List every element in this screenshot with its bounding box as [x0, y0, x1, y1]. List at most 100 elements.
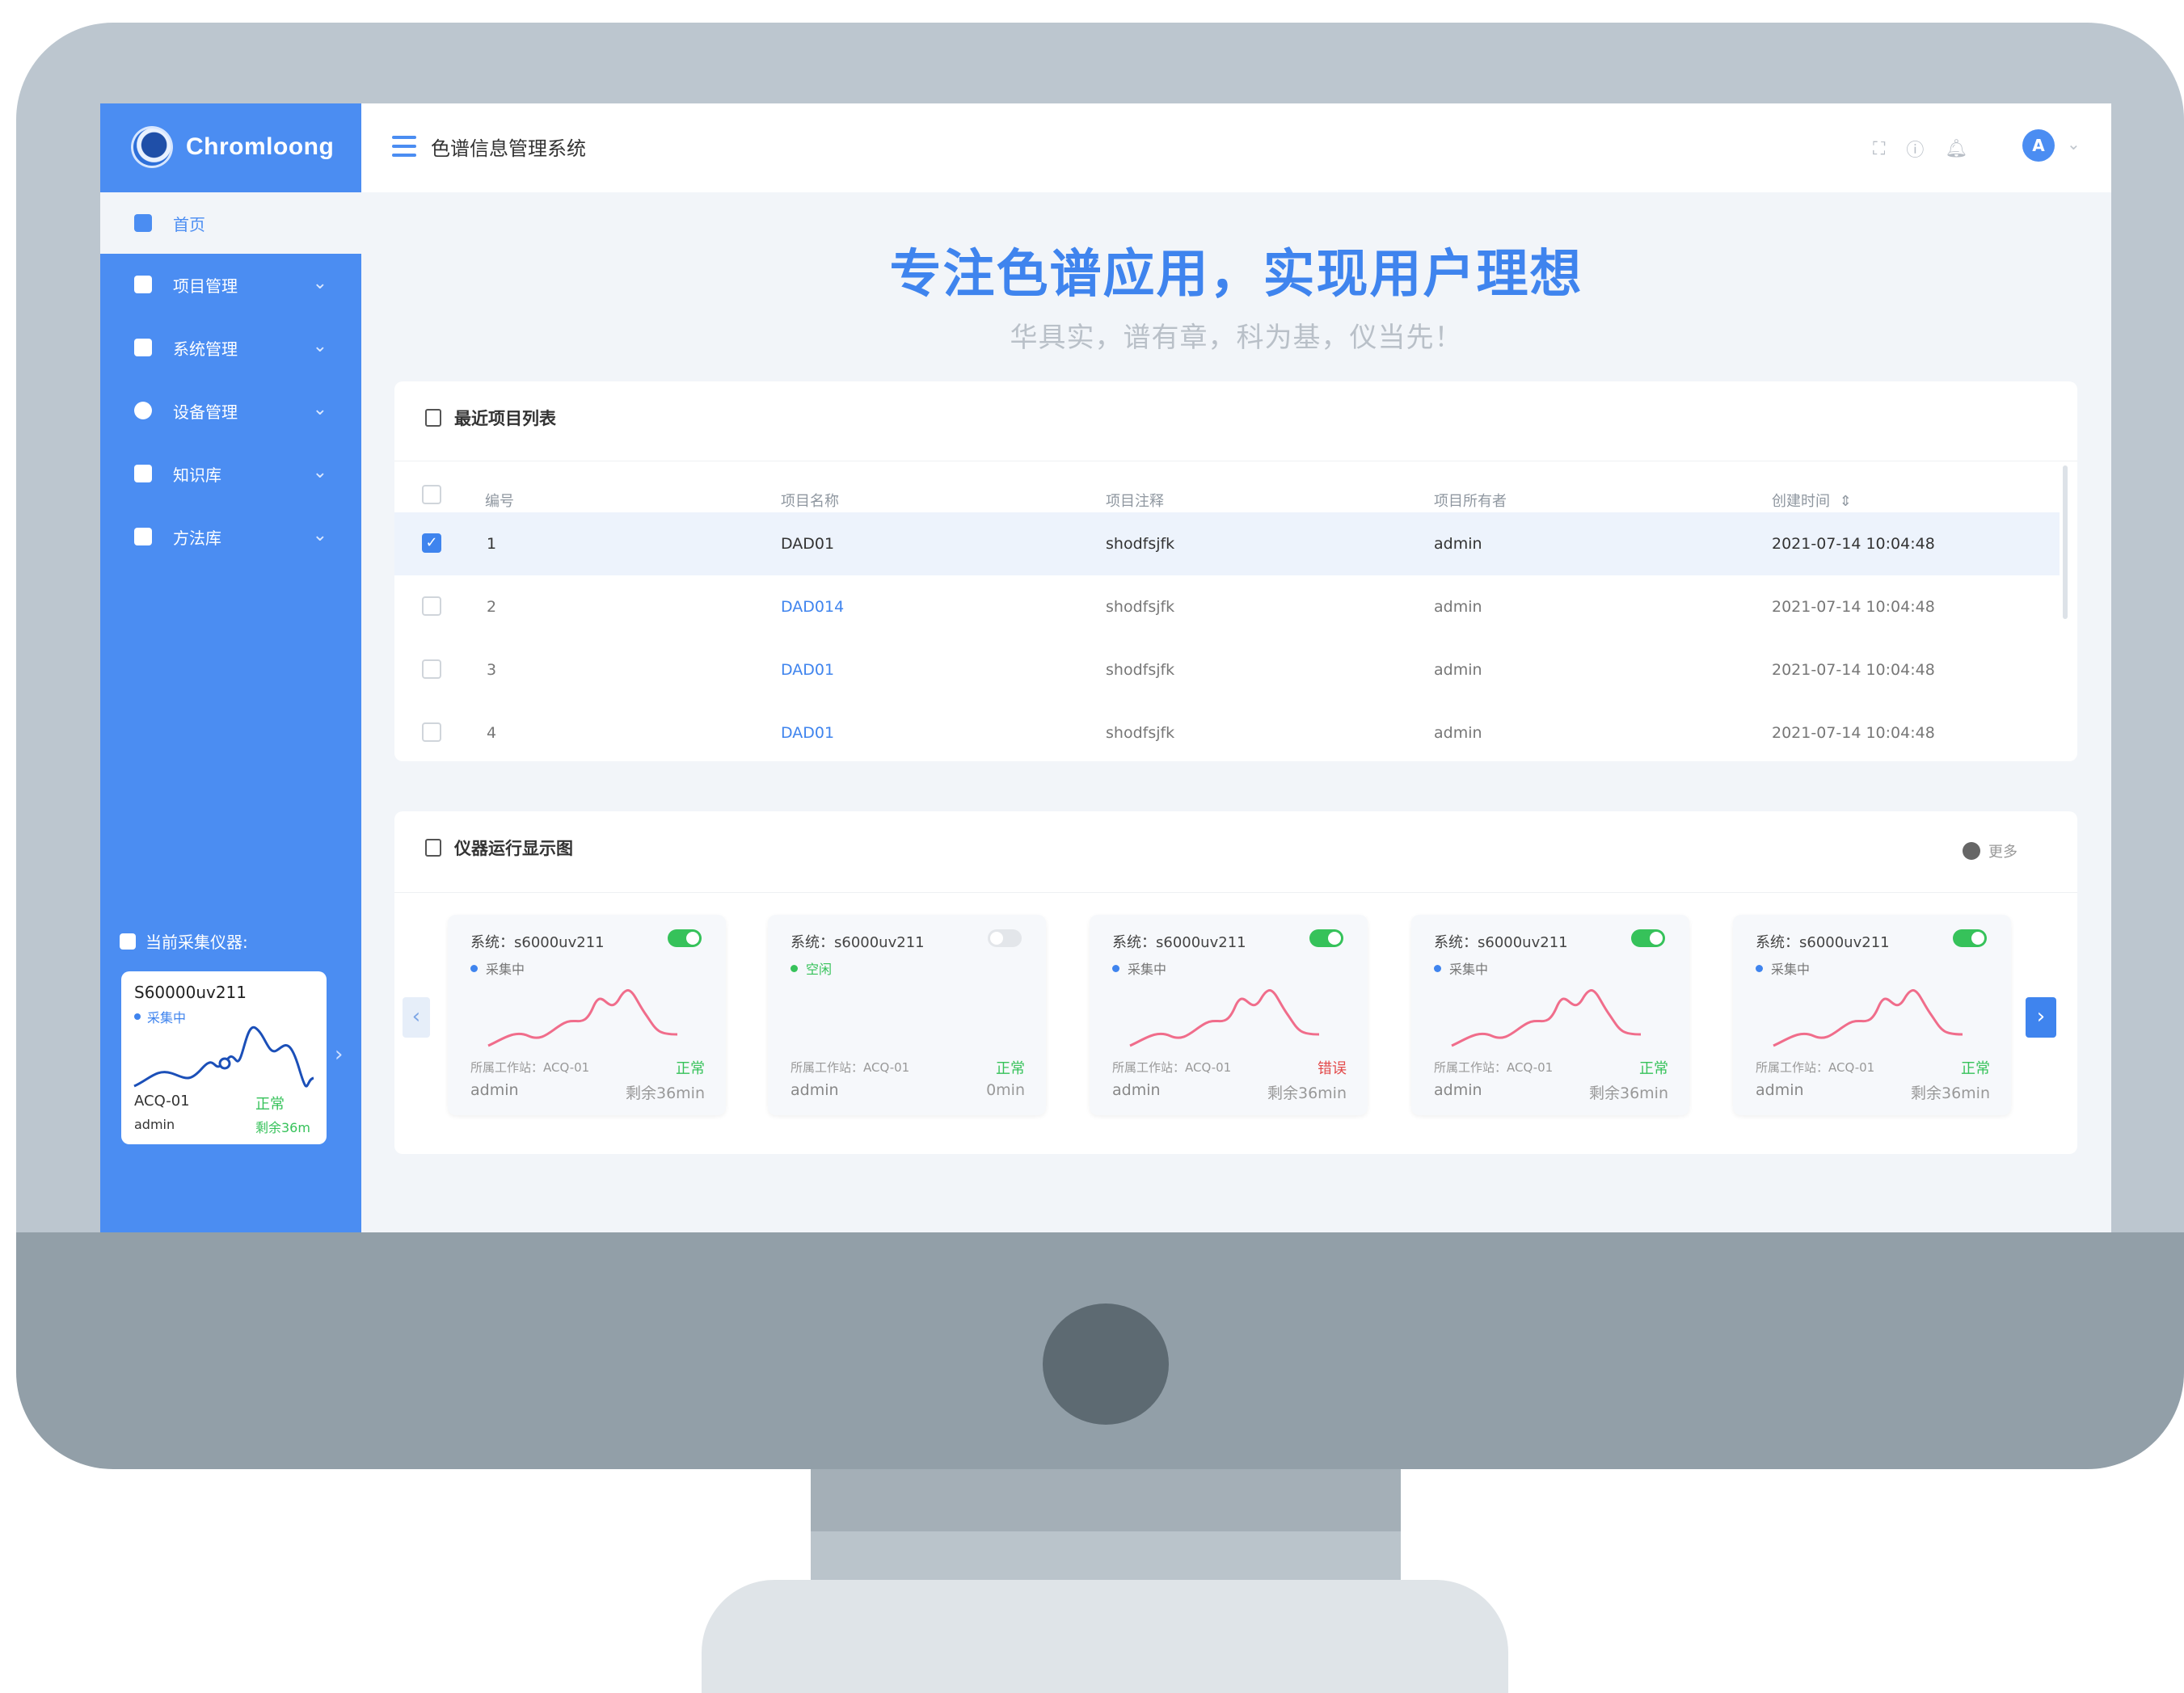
row-created: 2021-07-14 10:04:48 [1772, 535, 1935, 553]
recent-projects-title: 最近项目列表 [454, 409, 556, 428]
instrument-panel-title: 仪器运行显示图 [454, 839, 573, 858]
sort-icon[interactable]: ⇕ [1840, 493, 1852, 510]
instrument-chromatogram [1773, 989, 1963, 1047]
knowledge-icon [134, 465, 152, 482]
row-owner: admin [1434, 598, 1482, 616]
row-note: shodfsjfk [1106, 598, 1175, 616]
instrument-chromatogram [487, 989, 678, 1047]
chevron-right-icon[interactable]: › [335, 1042, 343, 1067]
current-instrument-state: 正常 [255, 1096, 285, 1113]
row-checkbox[interactable]: ✓ [422, 533, 441, 553]
current-instrument-card[interactable]: S60000uv211 采集中 ACQ-01 正常 admin 剩余36m [121, 971, 327, 1144]
chevron-down-icon: ⌄ [312, 273, 327, 293]
table-row[interactable]: 2 DAD014 shodfsjfk admin 2021-07-14 10:0… [394, 575, 2060, 638]
status-dot-icon [1756, 964, 1763, 972]
current-instrument-chromatogram [133, 1025, 314, 1088]
monitor-neck [811, 1469, 1401, 1534]
brand[interactable]: Chromloong [131, 123, 334, 171]
instrument-toggle[interactable] [1631, 929, 1665, 947]
chevron-down-icon: ⌄ [312, 336, 327, 356]
instrument-user: admin [470, 1081, 519, 1099]
avatar[interactable]: A [2022, 129, 2055, 162]
sidebar-item-label: 项目管理 [173, 276, 238, 296]
menu-icon[interactable] [392, 136, 416, 157]
row-created: 2021-07-14 10:04:48 [1772, 598, 1935, 616]
instrument-panel-header: 仪器运行显示图 [425, 836, 573, 860]
instrument-state: 正常 [996, 1060, 1025, 1077]
sidebar-item-label: 知识库 [173, 465, 221, 485]
current-instrument-remaining: 剩余36m [255, 1120, 310, 1135]
table-scrollbar[interactable] [2063, 465, 2068, 619]
more-label: 更多 [1988, 844, 2017, 861]
instrument-toggle[interactable] [668, 929, 702, 947]
recent-projects-header: 最近项目列表 [425, 406, 556, 430]
row-no: 2 [487, 598, 497, 616]
status-dot-icon [470, 964, 478, 972]
bell-icon[interactable]: 🔔︎ [1945, 139, 1967, 159]
instrument-workstation: 所属工作站：ACQ-01 [1756, 1060, 1875, 1075]
instrument-card[interactable]: 系统：s6000uv211 空闲 所属工作站：ACQ-01 正常 admin 0… [768, 915, 1046, 1115]
instrument-toggle[interactable] [988, 929, 1022, 947]
current-instrument-workstation: ACQ-01 [134, 1093, 190, 1110]
column-header-created[interactable]: 创建时间 ⇕ [1772, 490, 1852, 511]
instrument-state: 正常 [676, 1060, 705, 1077]
more-link[interactable]: 更多 [1963, 840, 2017, 861]
instrument-user: admin [791, 1081, 839, 1099]
row-project-link[interactable]: DAD01 [781, 535, 834, 553]
row-checkbox[interactable] [422, 722, 441, 742]
sidebar-item-system[interactable]: 系统管理 ⌄ [100, 317, 361, 378]
sidebar-item-projects[interactable]: 项目管理 ⌄ [100, 254, 361, 315]
help-icon[interactable]: ⓘ [1906, 136, 1924, 162]
instrument-system: 系统：s6000uv211 [1112, 934, 1246, 951]
instrument-card[interactable]: 系统：s6000uv211 采集中 所属工作站：ACQ-01 正常 admin … [448, 915, 726, 1115]
instrument-state: 错误 [1318, 1060, 1347, 1077]
instrument-user: admin [1434, 1081, 1482, 1099]
chevron-down-icon: ⌄ [312, 399, 327, 419]
instrument-remaining: 剩余36min [1910, 1084, 1990, 1102]
row-project-link[interactable]: DAD01 [781, 724, 834, 742]
sidebar-item-home[interactable]: 首页 [100, 192, 361, 254]
instrument-remaining: 剩余36min [1588, 1084, 1668, 1102]
column-header-created-label: 创建时间 [1772, 493, 1830, 510]
carousel-prev-button[interactable]: ‹ [403, 997, 430, 1038]
column-header-owner: 项目所有者 [1434, 493, 1507, 510]
select-all-checkbox[interactable] [422, 485, 441, 504]
instrument-state: 正常 [1961, 1060, 1990, 1077]
chevron-down-icon[interactable]: ⌄ [2067, 134, 2081, 154]
status-dot-icon [1434, 964, 1441, 972]
fullscreen-icon[interactable]: ⛶ [1873, 139, 1885, 159]
sidebar-item-devices[interactable]: 设备管理 ⌄ [100, 380, 361, 441]
table-row[interactable]: 4 DAD01 shodfsjfk admin 2021-07-14 10:04… [394, 701, 2060, 764]
row-note: shodfsjfk [1106, 535, 1175, 553]
instrument-system: 系统：s6000uv211 [1756, 934, 1890, 951]
instrument-toggle[interactable] [1309, 929, 1343, 947]
row-project-link[interactable]: DAD014 [781, 598, 844, 616]
sidebar-item-knowledge[interactable]: 知识库 ⌄ [100, 443, 361, 504]
row-checkbox[interactable] [422, 659, 441, 679]
current-instrument-user: admin [134, 1117, 175, 1132]
instrument-panel: 仪器运行显示图 更多 ‹ › 系统：s6000uv211 采集中 所属工作站：A… [394, 811, 2077, 1154]
carousel-next-button[interactable]: › [2026, 997, 2056, 1038]
column-header-note: 项目注释 [1106, 493, 1164, 510]
instrument-card[interactable]: 系统：s6000uv211 采集中 所属工作站：ACQ-01 错误 admin … [1090, 915, 1368, 1115]
row-owner: admin [1434, 724, 1482, 742]
device-icon [134, 402, 152, 419]
table-row[interactable]: ✓ 1 DAD01 shodfsjfk admin 2021-07-14 10:… [394, 512, 2060, 575]
sidebar-item-label: 方法库 [173, 528, 221, 548]
row-checkbox[interactable] [422, 596, 441, 616]
method-icon [134, 528, 152, 545]
instrument-chromatogram [1129, 989, 1320, 1047]
table-row[interactable]: 3 DAD01 shodfsjfk admin 2021-07-14 10:04… [394, 638, 2060, 701]
instrument-card[interactable]: 系统：s6000uv211 采集中 所属工作站：ACQ-01 正常 admin … [1733, 915, 2011, 1115]
instrument-icon [120, 933, 136, 950]
row-note: shodfsjfk [1106, 724, 1175, 742]
instrument-toggle[interactable] [1953, 929, 1987, 947]
instrument-card[interactable]: 系统：s6000uv211 采集中 所属工作站：ACQ-01 正常 admin … [1411, 915, 1689, 1115]
sidebar-item-label: 设备管理 [173, 402, 238, 422]
row-project-link[interactable]: DAD01 [781, 661, 834, 679]
sidebar-item-methods[interactable]: 方法库 ⌄ [100, 506, 361, 567]
row-created: 2021-07-14 10:04:48 [1772, 724, 1935, 742]
brand-name: Chromloong [186, 133, 335, 160]
instrument-system: 系统：s6000uv211 [1434, 934, 1568, 951]
screen: Chromloong 首页 项目管理 ⌄ 系统管理 ⌄ 设备管理 ⌄ 知识库 ⌄ [100, 103, 2111, 1232]
